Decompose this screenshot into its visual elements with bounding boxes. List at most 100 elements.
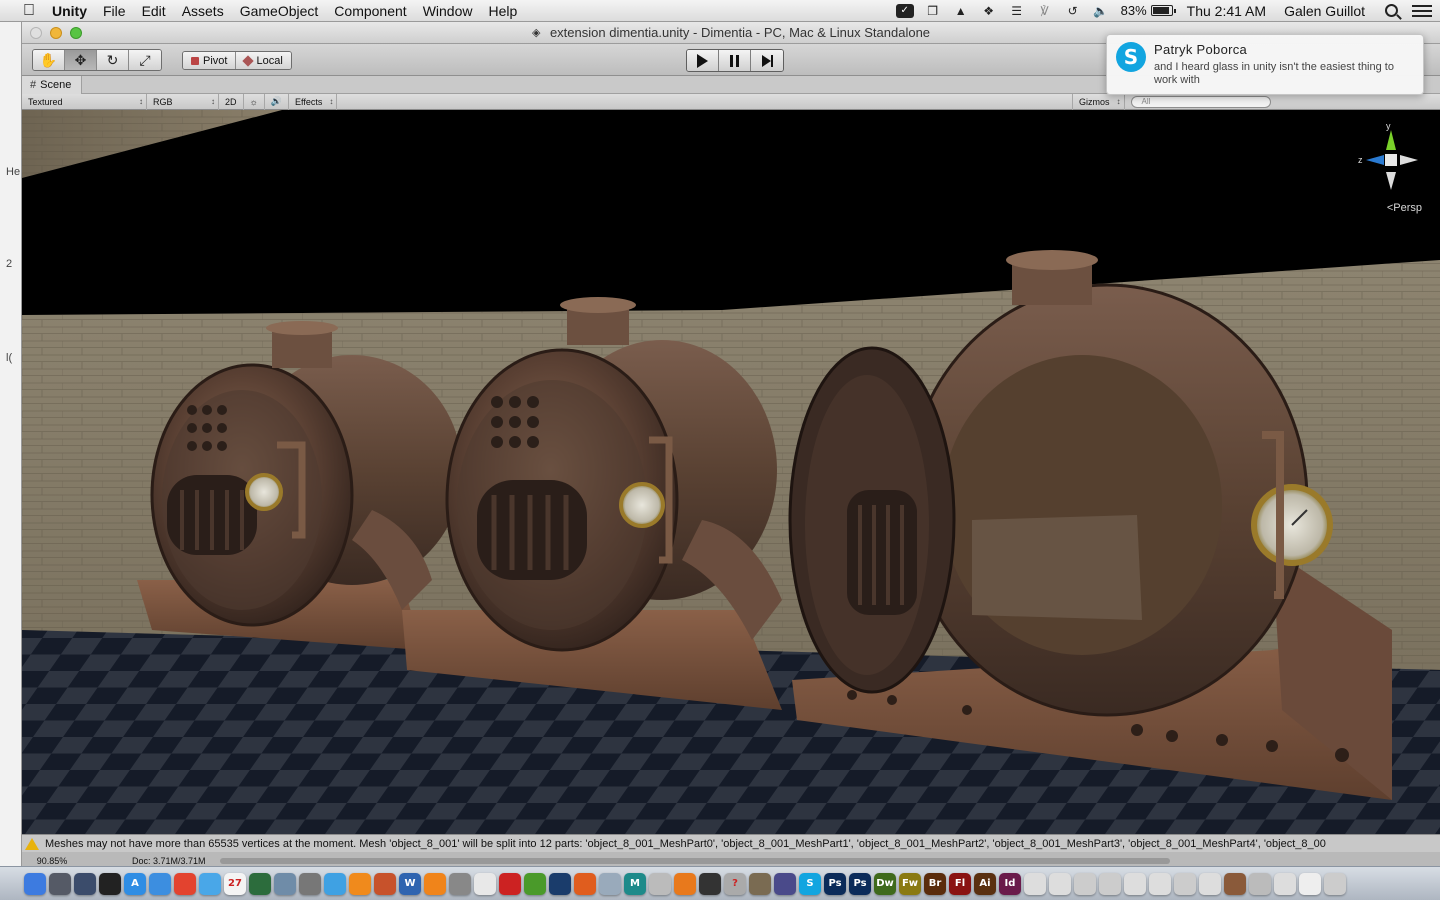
automator-icon[interactable] [299,872,321,895]
screen-share-icon[interactable]: ❐ [924,4,942,18]
hand-tool-icon[interactable]: ✋ [33,50,65,70]
scene-viewport[interactable]: y z <Persp [22,110,1440,834]
doc3-icon[interactable] [1074,872,1096,895]
menu-component[interactable]: Component [326,0,414,22]
scene-audio-toggle[interactable]: 🔊 [265,93,289,110]
step-button[interactable] [751,50,783,71]
doc8-icon[interactable] [1199,872,1221,895]
local-button[interactable]: Local [236,52,291,69]
pause-button[interactable] [719,50,751,71]
scene-search-input[interactable]: All [1130,95,1271,108]
2d-toggle-button[interactable]: 2D [219,93,244,110]
word-icon[interactable]: W [399,872,421,895]
menu-assets[interactable]: Assets [174,0,232,22]
scale-tool-icon[interactable]: ⤢ [129,50,161,70]
trash-icon[interactable] [1324,872,1346,895]
skype-notification[interactable]: S Patryk Poborca and I heard glass in un… [1106,34,1424,95]
time-machine-icon[interactable]: ↺ [1064,4,1082,18]
gimp-icon[interactable] [749,872,771,895]
chrome-icon[interactable] [174,872,196,895]
window-zoom-button[interactable] [70,27,82,39]
console-status-bar[interactable]: Meshes may not have more than 65535 vert… [22,834,1440,852]
app-store-icon[interactable]: A [124,872,146,895]
mission-control-icon[interactable] [74,872,96,895]
doc-icon[interactable] [1024,872,1046,895]
photoshop-cc-icon[interactable]: Ps [849,872,871,895]
clock[interactable]: Thu 2:41 AM [1187,3,1266,19]
draw-mode-dropdown[interactable]: Textured [22,93,147,110]
tab-scene[interactable]: # Scene [22,75,83,94]
doc4-icon[interactable] [1099,872,1121,895]
volume-icon[interactable]: 🔈 [1092,4,1110,18]
photos-icon[interactable] [374,872,396,895]
doc6-icon[interactable] [1149,872,1171,895]
indesign-icon[interactable]: Id [999,872,1021,895]
help-icon[interactable]: ? [724,872,746,895]
menu-app-unity[interactable]: Unity [44,0,95,22]
illustrator-icon[interactable]: Ai [974,872,996,895]
textedit-icon[interactable] [474,872,496,895]
ibooks-icon[interactable] [349,872,371,895]
rotate-tool-icon[interactable]: ↻ [97,50,129,70]
menu-window[interactable]: Window [415,0,481,22]
apple-icon[interactable]:  [18,2,40,20]
quicktime-icon[interactable] [549,872,571,895]
calendar-icon[interactable]: 27 [224,872,246,895]
preview-icon[interactable] [274,872,296,895]
menu-edit[interactable]: Edit [134,0,174,22]
finder-icon[interactable] [24,872,46,895]
photoshop-icon[interactable]: Ps [824,872,846,895]
window-close-button[interactable] [30,27,42,39]
notification-center-icon[interactable] [1412,4,1432,17]
clock-icon[interactable] [1249,872,1271,895]
evernote-status-icon[interactable]: ✓ [895,3,914,18]
render-mode-dropdown[interactable]: RGB [147,93,219,110]
doc5-icon[interactable] [1124,872,1146,895]
bluetooth-icon[interactable]: ℣ [1036,4,1054,18]
acrobat-icon[interactable] [499,872,521,895]
menu-file[interactable]: File [95,0,134,22]
effects-dropdown[interactable]: Effects [289,93,338,110]
doc7-icon[interactable] [1174,872,1196,895]
launchpad-icon[interactable] [49,872,71,895]
itunes-icon[interactable] [324,872,346,895]
menu-help[interactable]: Help [480,0,525,22]
utorrent-icon[interactable] [524,872,546,895]
messages-icon[interactable] [199,872,221,895]
battery-percent[interactable]: 83% [1121,3,1147,18]
gizmos-dropdown[interactable]: Gizmos [1072,93,1125,110]
maya-icon[interactable]: M [624,872,646,895]
flash-icon[interactable]: Fl [949,872,971,895]
projection-toggle[interactable]: <Persp [1387,202,1422,214]
monitor-icon[interactable] [774,872,796,895]
menu-gameobject[interactable]: GameObject [232,0,327,22]
doc2-icon[interactable] [1049,872,1071,895]
spotlight-search-icon[interactable] [1385,4,1398,17]
firefox-icon[interactable] [574,872,596,895]
safari-icon[interactable] [149,872,171,895]
window-minimize-button[interactable] [50,27,62,39]
unity-icon[interactable] [699,872,721,895]
fireworks-icon[interactable]: Fw [899,872,921,895]
dashboard-icon[interactable] [99,872,121,895]
vlc-icon[interactable] [424,872,446,895]
user-name[interactable]: Galen Guillot [1284,3,1365,19]
system-prefs-icon[interactable] [449,872,471,895]
battery-icon[interactable] [1150,5,1176,16]
folder-icon[interactable] [1274,872,1296,895]
wifi-icon[interactable]: ☰ [1008,4,1026,18]
skype-icon[interactable]: S [799,872,821,895]
blender-icon[interactable] [674,872,696,895]
dreamweaver-icon[interactable]: Dw [874,872,896,895]
image-icon[interactable] [599,872,621,895]
photo-thumb-icon[interactable] [1224,872,1246,895]
tool-icon[interactable] [649,872,671,895]
scene-lighting-toggle[interactable]: ☼ [244,93,265,110]
doc9-icon[interactable] [1299,872,1321,895]
pivot-button[interactable]: Pivot [183,52,237,69]
facetime-icon[interactable] [249,872,271,895]
horizontal-scrollbar[interactable] [219,858,1170,864]
move-tool-icon[interactable]: ✥ [65,50,97,70]
google-drive-icon[interactable]: ▲ [952,4,970,18]
play-button[interactable] [687,50,719,71]
